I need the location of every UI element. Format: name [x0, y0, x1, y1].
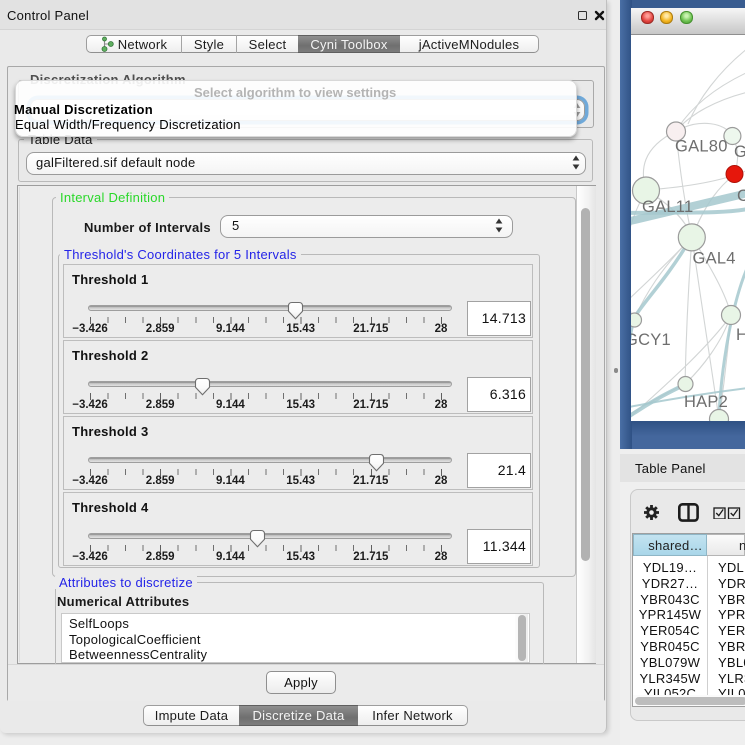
svg-text:HI: HI — [736, 326, 745, 344]
svg-text:GCY1: GCY1 — [631, 331, 671, 349]
svg-text:GAL80: GAL80 — [675, 138, 728, 156]
svg-text:CD: CD — [737, 187, 745, 205]
svg-text:HAP2: HAP2 — [684, 393, 728, 411]
svg-text:GAL4: GAL4 — [693, 250, 736, 268]
svg-text:GA: GA — [734, 143, 745, 161]
svg-text:GAL11: GAL11 — [642, 198, 693, 216]
